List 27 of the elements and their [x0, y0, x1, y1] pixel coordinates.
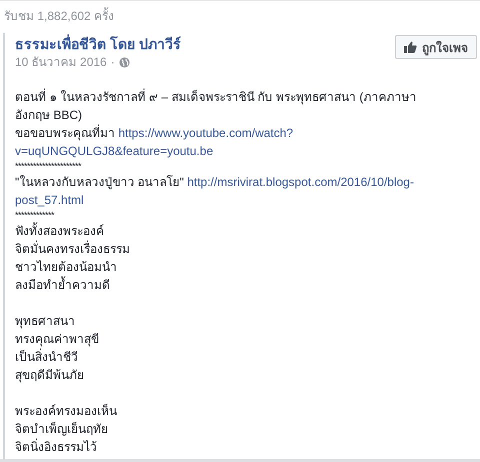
post-text: พระองค์ทรงมองเห็น	[15, 404, 117, 418]
thumbs-up-icon	[404, 41, 417, 53]
post-text: เป็นสิ่งนำชีวี	[15, 350, 78, 364]
post-text: พุทธศาสนา	[15, 314, 75, 328]
post-text: ชาวไทยต้องน้อมนำ	[15, 260, 117, 274]
post-text: อังกฤษ BBC)	[15, 108, 82, 122]
post-text: จิตนิ่งอิงธรรมไว้	[15, 440, 97, 454]
asterisk-divider: **********************	[15, 160, 82, 173]
asterisk-divider: *************	[15, 209, 56, 222]
post-text: "ในหลวงกับหลวงปู่ขาว อนาลโย"	[15, 175, 185, 189]
post-text: ลงมือทำย้ำความดี	[15, 278, 110, 292]
link[interactable]: http://msrivirat.blogspot.com/2016/10/blog-	[187, 175, 414, 189]
globe-icon	[118, 56, 130, 68]
link[interactable]: v=uqUNGQULGJ8&feature=youtu.be	[15, 144, 214, 158]
post-text: ทรงคุณค่าพาสุขี	[15, 332, 99, 346]
view-count: รับชม 1,882,602 ครั้ง	[3, 6, 116, 25]
page-name[interactable]: ธรรมะเพื่อชีวิต โดย ปภาวีร์	[15, 36, 181, 52]
post-text: ตอนที่ ๑ ในหลวงรัชกาลที่ ๙ – สมเด็จพระราชินี กับ พระพุทธศาสนา (ภาคภาษา	[15, 90, 416, 104]
post-text: ขอขอบพระคุณที่มา	[15, 126, 116, 140]
post-text: จิตบำเพ็ญเย็นฤทัย	[15, 422, 108, 436]
post-text: ฟังทั้งสองพระองค์	[15, 224, 104, 238]
separator: ·	[110, 54, 115, 70]
post-text: สุขฤดีมีพ้นภัย	[15, 368, 84, 382]
link[interactable]: https://www.youtube.com/watch?	[118, 126, 294, 140]
link[interactable]: post_57.html	[15, 193, 84, 207]
post-text: จิตมั่นคงทรงเรื่องธรรม	[15, 242, 130, 256]
like-page-button[interactable]: ถูกใจเพจ	[395, 35, 477, 59]
